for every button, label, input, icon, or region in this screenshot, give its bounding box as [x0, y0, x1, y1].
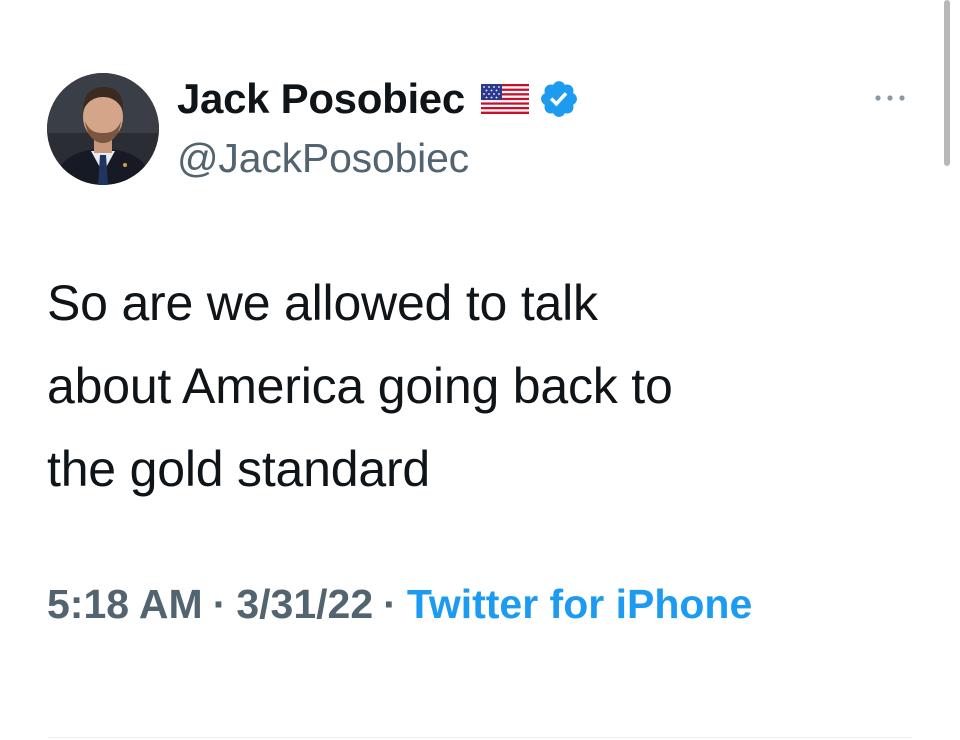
author-display-name[interactable]: Jack Posobiec	[177, 75, 465, 123]
tweet-source-link[interactable]: Twitter for iPhone	[407, 581, 752, 627]
separator-dot: ·	[212, 581, 227, 627]
tweet-text-line: So are we allowed to talk	[47, 275, 598, 331]
author-handle[interactable]: @JackPosobiec	[177, 135, 469, 182]
verified-badge-icon	[538, 78, 580, 120]
scrollbar[interactable]	[944, 0, 950, 166]
avatar[interactable]	[47, 73, 159, 185]
avatar-image	[47, 73, 159, 185]
tweet-card: Jack Posobiec @JackPosobiec So are we al…	[0, 0, 960, 740]
author-name-row: Jack Posobiec	[177, 71, 580, 127]
tweet-text: So are we allowed to talk about America …	[47, 262, 927, 511]
more-options-icon[interactable]	[870, 88, 910, 108]
separator-dot: ·	[383, 581, 397, 627]
divider	[47, 737, 913, 738]
us-flag-icon	[480, 84, 529, 114]
tweet-time[interactable]: 5:18 AM	[47, 581, 203, 627]
tweet-text-line: about America going back to	[47, 358, 673, 414]
tweet-text-line: the gold standard	[47, 441, 431, 497]
tweet-date[interactable]: 3/31/22	[236, 581, 373, 627]
tweet-metadata: 5:18 AM · 3/31/22 · Twitter for iPhone	[47, 572, 847, 636]
